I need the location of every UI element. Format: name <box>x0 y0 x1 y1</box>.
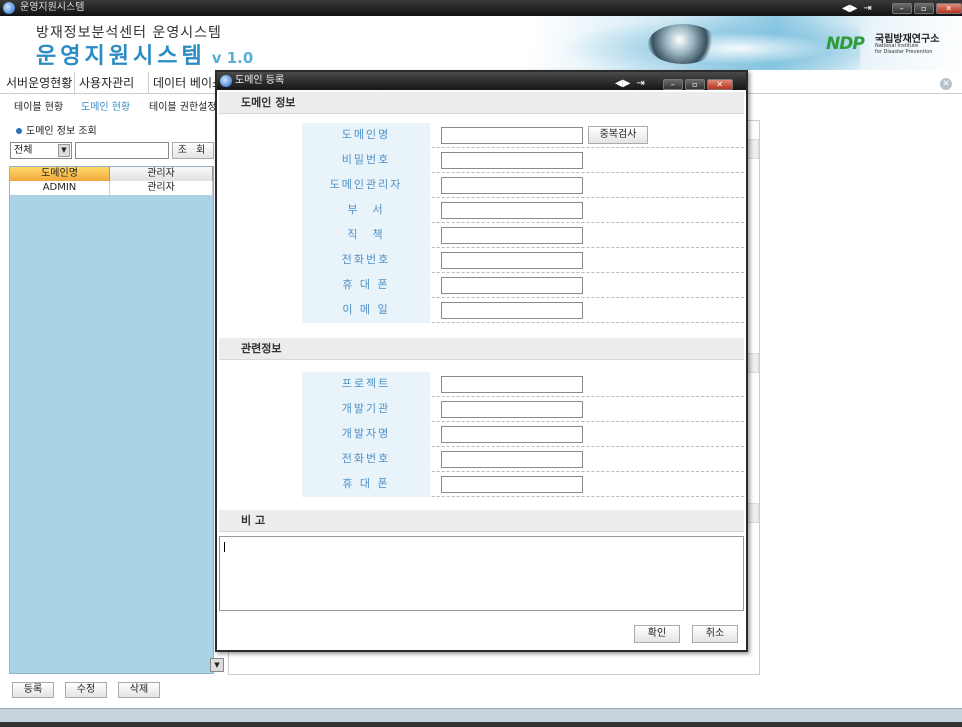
grid-column-domain[interactable]: 도메인명 <box>10 167 110 181</box>
filter-select[interactable]: 전체 ▼ <box>10 142 72 159</box>
developer-input[interactable] <box>441 426 583 443</box>
phone-label: 전화번호 <box>302 248 430 273</box>
dev-org-label: 개발기관 <box>302 397 430 422</box>
form-row-dev-mobile: 휴 대 폰 <box>302 472 744 497</box>
domain-lookup-title: 도메인 정보 조회 <box>16 122 97 137</box>
delete-button[interactable]: 삭제 <box>118 682 160 698</box>
dialog-close-button[interactable]: ✕ <box>706 78 733 90</box>
submenu-table-status[interactable]: 테이블 현황 <box>14 98 63 113</box>
header-version: v 1.0 <box>211 49 254 67</box>
email-label: 이 메 일 <box>302 298 430 323</box>
form-row-dev-phone: 전화번호 <box>302 447 744 472</box>
search-button[interactable]: 조 회 <box>172 142 214 159</box>
dialog-title: 도메인 등록 <box>235 75 285 86</box>
form-row-dev-org: 개발기관 <box>302 397 744 422</box>
grid-cell-domain: ADMIN <box>10 181 110 195</box>
form-row-password: 비밀번호 <box>302 148 744 173</box>
dialog-app-icon <box>220 75 232 87</box>
duplicate-check-button[interactable]: 중복검사 <box>588 126 648 144</box>
chevron-down-icon[interactable]: ▼ <box>58 144 70 157</box>
form-row-domain-name: 도메인명 중복검사 <box>302 123 744 148</box>
dev-mobile-label: 휴 대 폰 <box>302 472 430 497</box>
edit-button[interactable]: 수정 <box>65 682 107 698</box>
grid-cell-admin: 관리자 <box>110 181 213 195</box>
developer-label: 개발자명 <box>302 422 430 447</box>
header-drop-graphic <box>648 24 718 64</box>
form-row-email: 이 메 일 <box>302 298 744 323</box>
domain-grid: 도메인명 관리자 ADMIN 관리자 <box>9 166 214 674</box>
form-row-department: 부 서 <box>302 198 744 223</box>
form-row-domain-admin: 도메인관리자 <box>302 173 744 198</box>
department-label: 부 서 <box>302 198 430 223</box>
form-row-developer: 개발자명 <box>302 422 744 447</box>
header-title: 운영지원시스템 v 1.0 <box>36 38 253 70</box>
grid-column-admin[interactable]: 관리자 <box>110 167 213 181</box>
app-header: 방재정보분석센터 운영시스템 운영지원시스템 v 1.0 NDP 국립방재연구소 … <box>0 16 962 70</box>
window-title: 운영지원시스템 <box>20 2 85 13</box>
filter-select-value: 전체 <box>14 145 33 156</box>
close-button[interactable]: ✕ <box>935 3 962 14</box>
domain-name-input[interactable] <box>441 127 583 144</box>
app-icon <box>3 2 15 14</box>
related-info-header: 관련정보 <box>219 338 744 360</box>
dev-org-input[interactable] <box>441 401 583 418</box>
mobile-label: 휴 대 폰 <box>302 273 430 298</box>
logo-name-en-2: for Disaster Prevention <box>875 49 933 55</box>
navigate-arrows-icon[interactable]: ◀▶ <box>842 3 857 14</box>
project-input[interactable] <box>441 376 583 393</box>
submenu-domain-status[interactable]: 도메인 현황 <box>81 98 130 113</box>
phone-input[interactable] <box>441 252 583 269</box>
form-row-project: 프로젝트 <box>302 372 744 397</box>
form-row-position: 직 책 <box>302 223 744 248</box>
department-input[interactable] <box>441 202 583 219</box>
header-title-text: 운영지원시스템 <box>36 44 206 69</box>
email-input[interactable] <box>441 302 583 319</box>
scroll-down-icon[interactable]: ▼ <box>210 658 224 672</box>
domain-register-dialog: 도메인 등록 ◀▶ ⇥ – ▫ ✕ 도메인 정보 도메인명 중복검사 비밀번호 … <box>215 70 748 652</box>
dev-mobile-input[interactable] <box>441 476 583 493</box>
domain-name-label: 도메인명 <box>302 123 430 148</box>
domain-admin-input[interactable] <box>441 177 583 194</box>
close-tab-icon[interactable]: ✕ <box>940 78 952 90</box>
remarks-textarea[interactable] <box>219 536 744 611</box>
password-label: 비밀번호 <box>302 148 430 173</box>
confirm-button[interactable]: 확인 <box>634 625 680 643</box>
position-label: 직 책 <box>302 223 430 248</box>
password-input[interactable] <box>441 152 583 169</box>
dialog-titlebar: 도메인 등록 ◀▶ ⇥ – ▫ ✕ <box>217 72 746 90</box>
menu-server-status[interactable]: 서버운영현황 <box>2 72 76 94</box>
table-row[interactable]: ADMIN 관리자 <box>10 181 213 195</box>
text-caret <box>224 542 225 552</box>
position-input[interactable] <box>441 227 583 244</box>
window-titlebar: 운영지원시스템 <box>0 0 962 16</box>
exit-icon[interactable]: ⇥ <box>863 3 871 14</box>
form-row-mobile: 휴 대 폰 <box>302 273 744 298</box>
project-label: 프로젝트 <box>302 372 430 397</box>
domain-admin-label: 도메인관리자 <box>302 173 430 198</box>
add-button[interactable]: 등록 <box>12 682 54 698</box>
menu-user-management[interactable]: 사용자관리 <box>74 72 138 94</box>
remarks-header: 비 고 <box>219 510 744 532</box>
mobile-input[interactable] <box>441 277 583 294</box>
minimize-button[interactable]: – <box>891 3 912 14</box>
grid-header: 도메인명 관리자 <box>10 167 213 181</box>
dev-phone-label: 전화번호 <box>302 447 430 472</box>
submenu-table-permission[interactable]: 테이블 권한설정 <box>149 98 217 113</box>
search-input[interactable] <box>75 142 169 159</box>
dev-phone-input[interactable] <box>441 451 583 468</box>
maximize-button[interactable]: ▫ <box>913 3 934 14</box>
dialog-minimize-button[interactable]: – <box>662 78 683 90</box>
dialog-body: 도메인 정보 도메인명 중복검사 비밀번호 도메인관리자 부 서 직 책 전화번… <box>217 90 746 650</box>
ndp-logo-mark: NDP <box>826 34 865 54</box>
taskbar <box>0 722 962 727</box>
form-row-phone: 전화번호 <box>302 248 744 273</box>
dialog-maximize-button[interactable]: ▫ <box>684 78 705 90</box>
cancel-button[interactable]: 취소 <box>692 625 738 643</box>
domain-info-header: 도메인 정보 <box>219 92 744 114</box>
